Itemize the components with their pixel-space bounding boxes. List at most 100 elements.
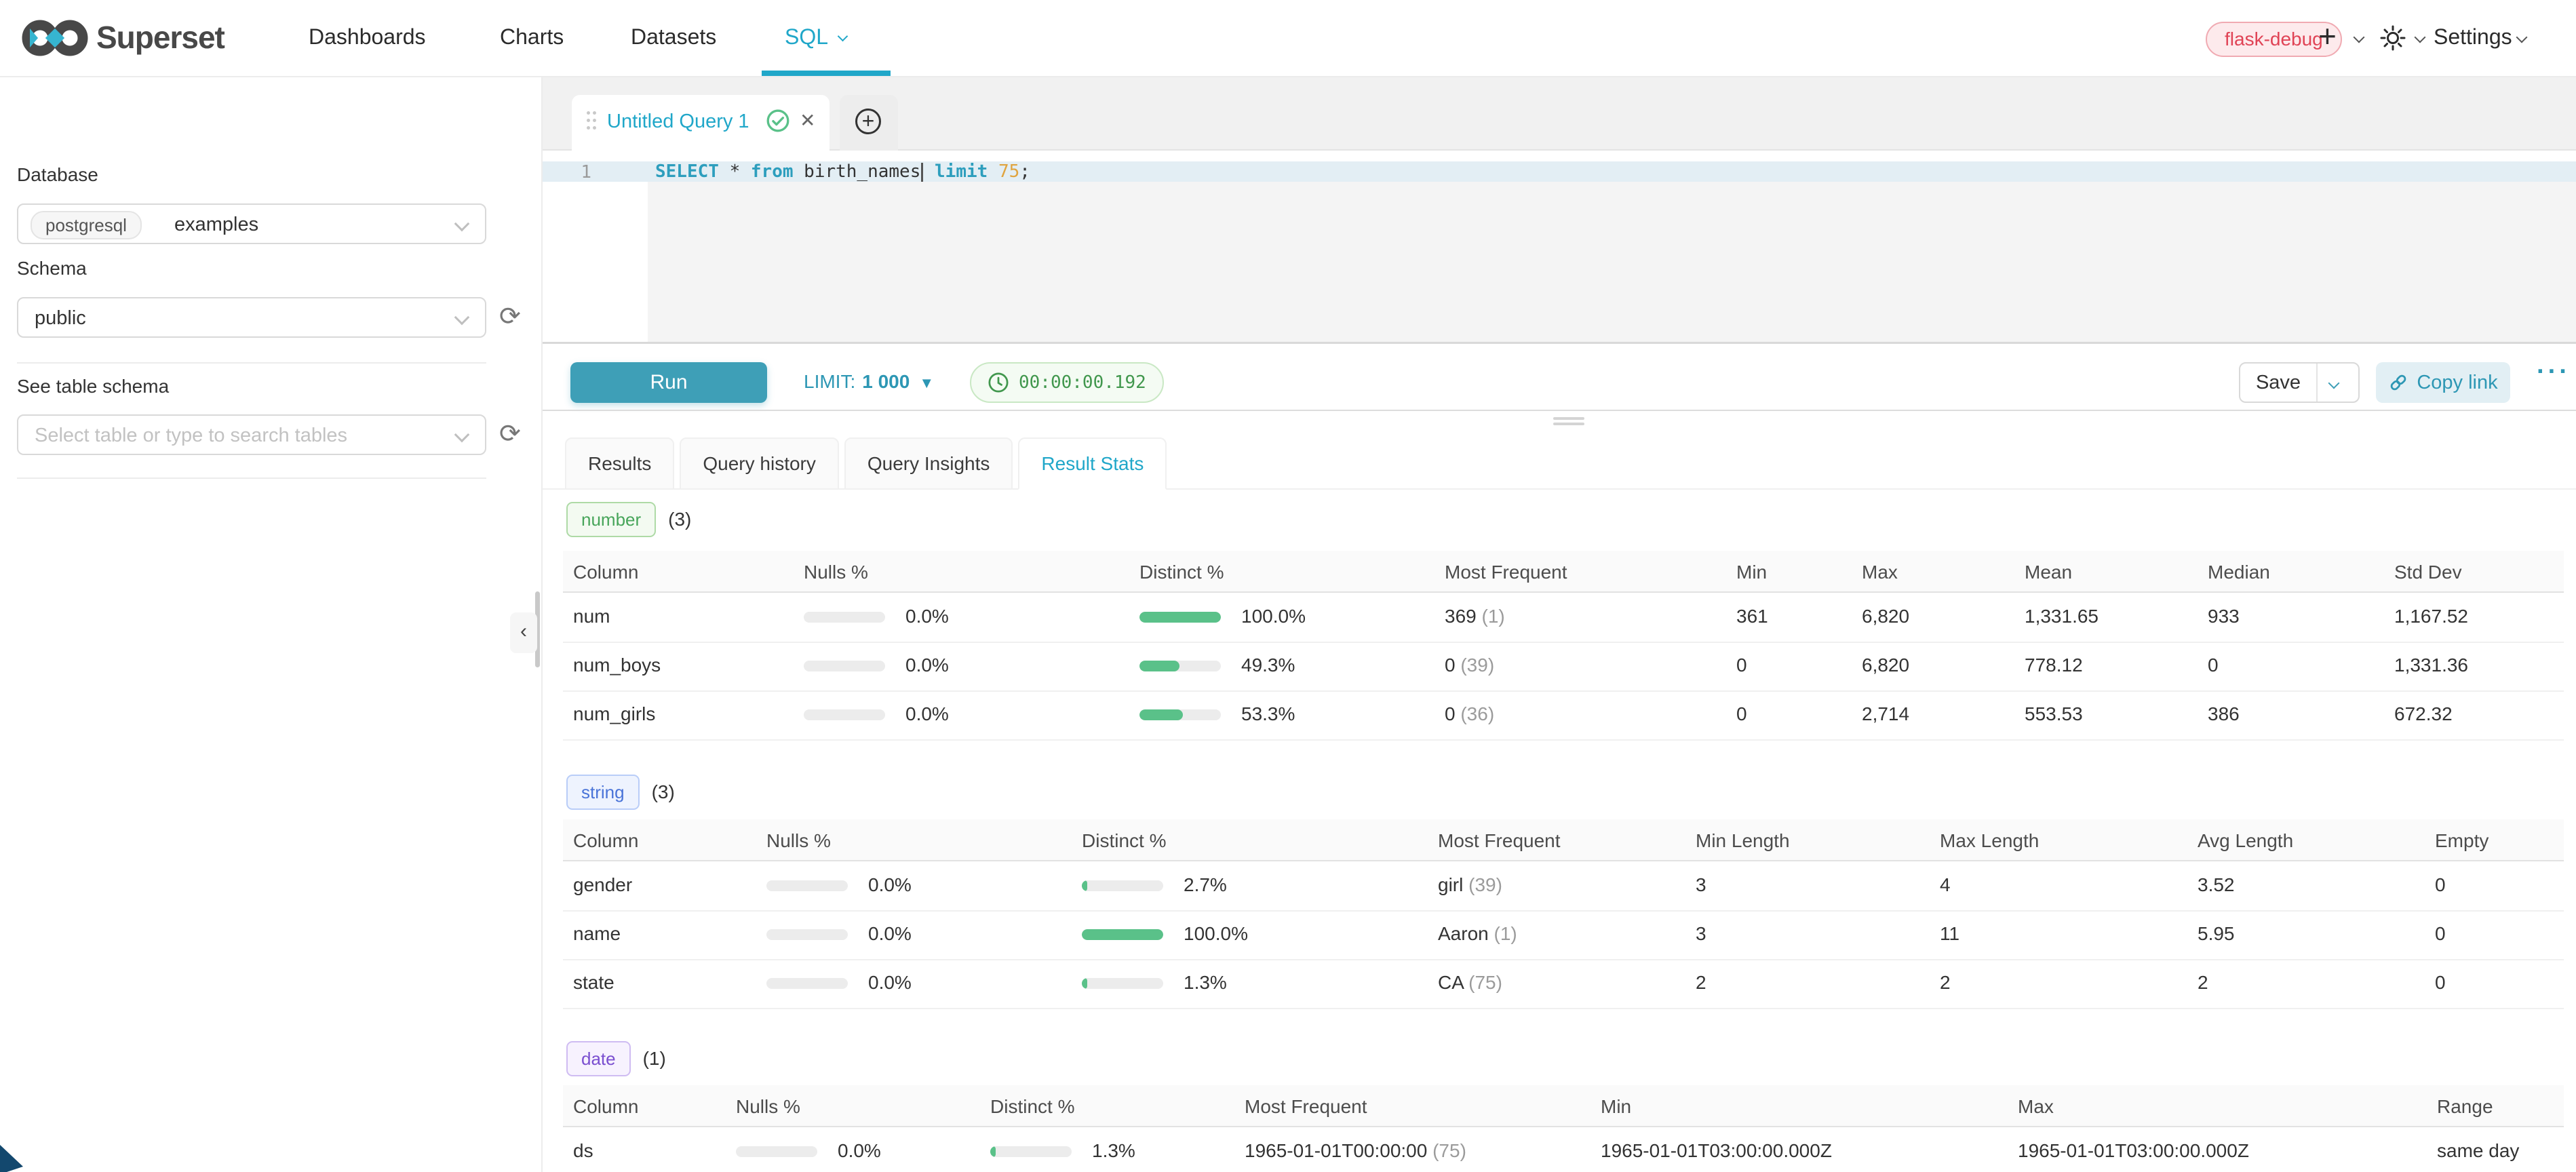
stat-bar: [1139, 709, 1221, 720]
column-header: Distinct %: [1139, 562, 1224, 583]
nav-item-charts[interactable]: Charts: [500, 24, 564, 50]
timer-value: 00:00:00.192: [1019, 372, 1146, 393]
query-tab[interactable]: Untitled Query 1 ✕: [572, 95, 830, 151]
settings-menu[interactable]: Settings: [2434, 24, 2512, 50]
result-tab-query-insights[interactable]: Query Insights: [844, 437, 1013, 490]
table-select[interactable]: Select table or type to search tables: [17, 414, 486, 455]
stat-bar-fill: [1139, 661, 1179, 671]
save-split-button[interactable]: Save: [2239, 362, 2360, 403]
pane-divider: [543, 410, 2576, 411]
query-tabbar: Untitled Query 1 ✕ +: [543, 77, 2576, 151]
stat-value: Aaron (1): [1438, 923, 1517, 945]
stat-value: 1965-01-01T03:00:00.000Z: [2018, 1140, 2249, 1162]
code-token: 75: [998, 161, 1019, 182]
query-tab-title[interactable]: Untitled Query 1: [607, 111, 749, 133]
collapse-sidebar-button[interactable]: ‹: [510, 612, 537, 653]
stat-value: 1,167.52: [2394, 606, 2468, 627]
sql-code-line[interactable]: SELECT * from birth_names limit 75;: [655, 161, 1030, 182]
save-button[interactable]: Save: [2240, 364, 2318, 402]
theme-sun-icon[interactable]: [2379, 24, 2406, 52]
schema-select[interactable]: public: [17, 297, 486, 338]
stat-bar: [1139, 612, 1221, 623]
stat-bar: [766, 880, 848, 891]
type-badge-string: string: [566, 775, 640, 810]
stat-value: 672.32: [2394, 703, 2453, 725]
theme-chevron-icon[interactable]: [2416, 33, 2424, 45]
nav-item-datasets[interactable]: Datasets: [631, 24, 716, 50]
column-header: Max: [2018, 1096, 2054, 1118]
resize-handle-icon[interactable]: [1553, 423, 1584, 425]
database-label: Database: [17, 164, 98, 186]
column-header: Distinct %: [990, 1096, 1074, 1118]
mouse-cursor: [0, 1145, 27, 1172]
column-header: Most Frequent: [1445, 562, 1567, 583]
limit-caret-icon[interactable]: ▼: [919, 374, 934, 391]
column-name: ds: [573, 1140, 593, 1162]
type-badge-date: date: [566, 1041, 631, 1076]
close-tab-icon[interactable]: ✕: [800, 109, 815, 132]
run-button[interactable]: Run: [570, 362, 767, 403]
stat-bar-value: 100.0%: [1184, 923, 1248, 945]
column-header: Empty: [2435, 830, 2489, 852]
table-refresh-icon[interactable]: ⟳: [499, 418, 521, 449]
stat-bar: [766, 978, 848, 989]
nav-item-sql[interactable]: SQL: [785, 24, 846, 50]
code-token: limit: [935, 161, 988, 182]
more-actions-button[interactable]: ···: [2537, 357, 2571, 387]
limit-value: 1 000: [862, 371, 910, 392]
query-success-check-icon: [766, 109, 790, 133]
sql-editor[interactable]: 1 SELECT * from birth_names limit 75;: [543, 151, 2576, 344]
database-select[interactable]: postgresql examples: [17, 203, 486, 244]
stat-value: 6,820: [1862, 606, 1909, 627]
stat-bar-value: 53.3%: [1241, 703, 1295, 725]
column-count: (3): [652, 781, 675, 803]
new-item-chevron-icon[interactable]: [2355, 33, 2363, 45]
frequency-count: (39): [1463, 874, 1502, 895]
stat-bar: [1082, 880, 1163, 891]
brand-name[interactable]: Superset: [96, 19, 225, 56]
database-chevron-icon[interactable]: [454, 216, 470, 232]
result-tab-result-stats[interactable]: Result Stats: [1018, 437, 1167, 490]
add-tab-button[interactable]: +: [855, 109, 881, 134]
stat-bar-value: 49.3%: [1241, 655, 1295, 676]
row-divider: [563, 642, 2564, 643]
superset-logo-icon[interactable]: [20, 15, 90, 61]
code-token: *: [719, 161, 751, 182]
result-tab-query-history[interactable]: Query history: [680, 437, 839, 490]
column-header: Avg Length: [2198, 830, 2293, 852]
code-token: ;: [1019, 161, 1030, 182]
stat-bar-value: 1.3%: [1184, 972, 1227, 994]
drag-handle-icon[interactable]: [587, 111, 590, 115]
table-chevron-icon[interactable]: [454, 427, 470, 443]
stat-bar-value: 2.7%: [1184, 874, 1227, 896]
resize-handle-icon[interactable]: [1553, 417, 1584, 420]
stat-bar-value: 1.3%: [1092, 1140, 1135, 1162]
schema-label: Schema: [17, 258, 87, 279]
stat-value: 0: [2435, 874, 2446, 896]
query-timer: 00:00:00.192: [970, 362, 1164, 403]
table-select-placeholder: Select table or type to search tables: [35, 425, 347, 447]
stat-bar-value: 0.0%: [868, 874, 912, 896]
stat-value: 369 (1): [1445, 606, 1505, 627]
column-header: Min Length: [1696, 830, 1790, 852]
schema-refresh-icon[interactable]: ⟳: [499, 301, 521, 332]
stat-value: 0 (36): [1445, 703, 1494, 725]
stat-bar-fill: [1139, 709, 1183, 720]
stat-value: 361: [1736, 606, 1768, 627]
schema-chevron-icon[interactable]: [454, 310, 470, 326]
column-name: gender: [573, 874, 632, 896]
save-chevron-icon[interactable]: [2330, 378, 2338, 391]
column-header: Std Dev: [2394, 562, 2462, 583]
settings-chevron-icon[interactable]: [2518, 33, 2526, 45]
frequency-count: (36): [1456, 703, 1495, 724]
nav-item-dashboards[interactable]: Dashboards: [309, 24, 426, 50]
limit-dropdown[interactable]: LIMIT:1 000▼: [804, 371, 934, 393]
database-engine-tag: postgresql: [31, 211, 142, 239]
new-item-button[interactable]: +: [2318, 18, 2337, 54]
row-divider: [563, 690, 2564, 692]
stat-bar-value: 0.0%: [868, 923, 912, 945]
copy-link-button[interactable]: Copy link: [2376, 362, 2510, 403]
sidebar-divider: [17, 477, 486, 479]
result-tab-results[interactable]: Results: [565, 437, 674, 490]
sql-lab-page: Superset DashboardsChartsDatasetsSQL fla…: [0, 0, 2576, 1172]
